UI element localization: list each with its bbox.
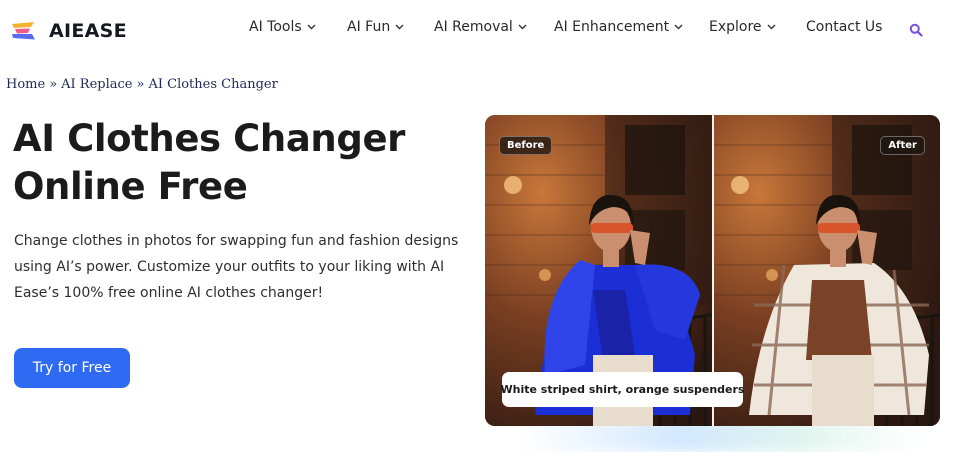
prompt-chip: White striped shirt, orange suspenders	[501, 372, 744, 407]
nav-contact-us-label: Contact Us	[806, 19, 883, 35]
nav-ai-removal[interactable]: AI Removal	[434, 17, 527, 37]
nav-ai-fun[interactable]: AI Fun	[347, 17, 404, 37]
after-label: After	[880, 136, 925, 155]
chevron-down-icon	[518, 24, 527, 30]
top-navigation: AIEASE AI Tools AI Fun AI Removal AI Enh…	[0, 0, 960, 58]
nav-ai-enhancement[interactable]: AI Enhancement	[554, 17, 683, 37]
after-image: After	[714, 115, 940, 426]
nav-ai-fun-label: AI Fun	[347, 19, 391, 35]
search-icon[interactable]	[909, 23, 923, 37]
nav-explore-label: Explore	[709, 19, 762, 35]
chevron-down-icon	[767, 24, 776, 30]
page-title-line-2: Online Free	[13, 165, 248, 208]
breadcrumb-ai-replace[interactable]: AI Replace	[61, 77, 132, 92]
brand-logo-icon	[12, 22, 35, 40]
try-for-free-button[interactable]: Try for Free	[14, 348, 130, 388]
nav-ai-enhancement-label: AI Enhancement	[554, 19, 670, 35]
nav-ai-removal-label: AI Removal	[434, 19, 513, 35]
after-photo-illustration	[714, 115, 940, 426]
brand-logo[interactable]: AIEASE	[10, 19, 127, 43]
nav-contact-us[interactable]: Contact Us	[806, 17, 882, 37]
chevron-down-icon	[307, 24, 316, 30]
breadcrumb: Home» AI Replace» AI Clothes Changer	[6, 77, 278, 92]
page-title: AI Clothes Changer Online Free	[13, 115, 473, 211]
chevron-down-icon	[395, 24, 404, 30]
chevron-down-icon	[674, 24, 683, 30]
nav-explore[interactable]: Explore	[709, 17, 776, 37]
nav-ai-tools[interactable]: AI Tools	[249, 17, 316, 37]
brand-name: AIEASE	[49, 20, 127, 42]
breadcrumb-separator: »	[49, 77, 58, 92]
breadcrumb-home[interactable]: Home	[6, 77, 45, 92]
breadcrumb-current: AI Clothes Changer	[148, 77, 278, 92]
nav-ai-tools-label: AI Tools	[249, 19, 302, 35]
page-title-line-1: AI Clothes Changer	[13, 117, 405, 160]
hero-description: Change clothes in photos for swapping fu…	[14, 233, 459, 301]
before-after-comparison[interactable]: Before After White striped shirt, orange…	[485, 115, 940, 426]
before-label: Before	[499, 136, 553, 155]
breadcrumb-separator: »	[136, 77, 145, 92]
